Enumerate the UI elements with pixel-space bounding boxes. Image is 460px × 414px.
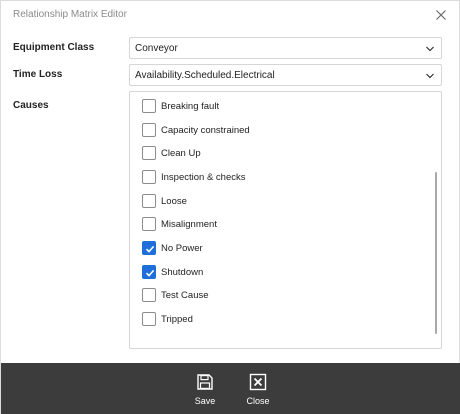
cause-label: Capacity constrained (161, 124, 250, 136)
equipment-class-label: Equipment Class (13, 42, 95, 53)
cause-label: Breaking fault (161, 100, 220, 112)
cause-label: Shutdown (161, 266, 204, 278)
cause-checkbox[interactable] (142, 170, 156, 184)
cause-checkbox[interactable] (142, 217, 156, 231)
close-label: Close (246, 396, 270, 406)
time-loss-value: Availability.Scheduled.Electrical (135, 70, 275, 81)
scrollbar-thumb[interactable] (435, 172, 437, 334)
cause-checkbox[interactable] (142, 194, 156, 208)
causes-list: Breaking fault Capacity constrained Clea… (129, 91, 442, 349)
cause-label: Inspection & checks (161, 171, 246, 183)
cause-item[interactable]: Clean Up (142, 144, 201, 162)
cause-checkbox[interactable] (142, 288, 156, 302)
time-loss-select[interactable]: Availability.Scheduled.Electrical (129, 64, 442, 86)
cause-item[interactable]: No Power (142, 239, 203, 257)
equipment-class-value: Conveyor (135, 43, 178, 54)
cause-label: No Power (161, 242, 203, 254)
relationship-matrix-editor-dialog: Relationship Matrix Editor Equipment Cla… (0, 0, 460, 414)
causes-scrollbar[interactable] (432, 92, 440, 348)
save-button[interactable]: Save (182, 371, 228, 409)
window-close-button[interactable] (433, 7, 449, 23)
cause-label: Misalignment (161, 218, 217, 230)
close-icon (433, 7, 449, 23)
footer-toolbar: Save Close (1, 363, 460, 414)
cause-item[interactable]: Loose (142, 192, 187, 210)
window-title: Relationship Matrix Editor (13, 9, 127, 20)
save-label: Save (194, 396, 216, 406)
cause-checkbox[interactable] (142, 99, 156, 113)
cause-checkbox[interactable] (142, 312, 156, 326)
cause-label: Clean Up (161, 147, 201, 159)
close-icon (249, 373, 267, 391)
cause-item[interactable]: Capacity constrained (142, 121, 250, 139)
cause-label: Test Cause (161, 289, 209, 301)
cause-item[interactable]: Misalignment (142, 215, 217, 233)
cause-item[interactable]: Inspection & checks (142, 168, 246, 186)
cause-checkbox[interactable] (142, 265, 156, 279)
cause-item[interactable]: Tripped (142, 310, 193, 328)
title-bar: Relationship Matrix Editor (1, 1, 459, 29)
cause-checkbox[interactable] (142, 146, 156, 160)
chevron-down-icon (425, 44, 435, 54)
causes-label: Causes (13, 100, 49, 111)
save-icon (196, 373, 214, 391)
time-loss-label: Time Loss (13, 69, 63, 80)
cause-item[interactable]: Shutdown (142, 263, 203, 281)
cause-item[interactable]: Breaking fault (142, 97, 219, 115)
cause-checkbox[interactable] (142, 241, 156, 255)
cause-label: Loose (161, 195, 187, 207)
close-button[interactable]: Close (235, 371, 281, 409)
equipment-class-select[interactable]: Conveyor (129, 37, 442, 59)
cause-label: Tripped (161, 313, 193, 325)
cause-checkbox[interactable] (142, 123, 156, 137)
cause-item[interactable]: Test Cause (142, 286, 209, 304)
chevron-down-icon (425, 71, 435, 81)
